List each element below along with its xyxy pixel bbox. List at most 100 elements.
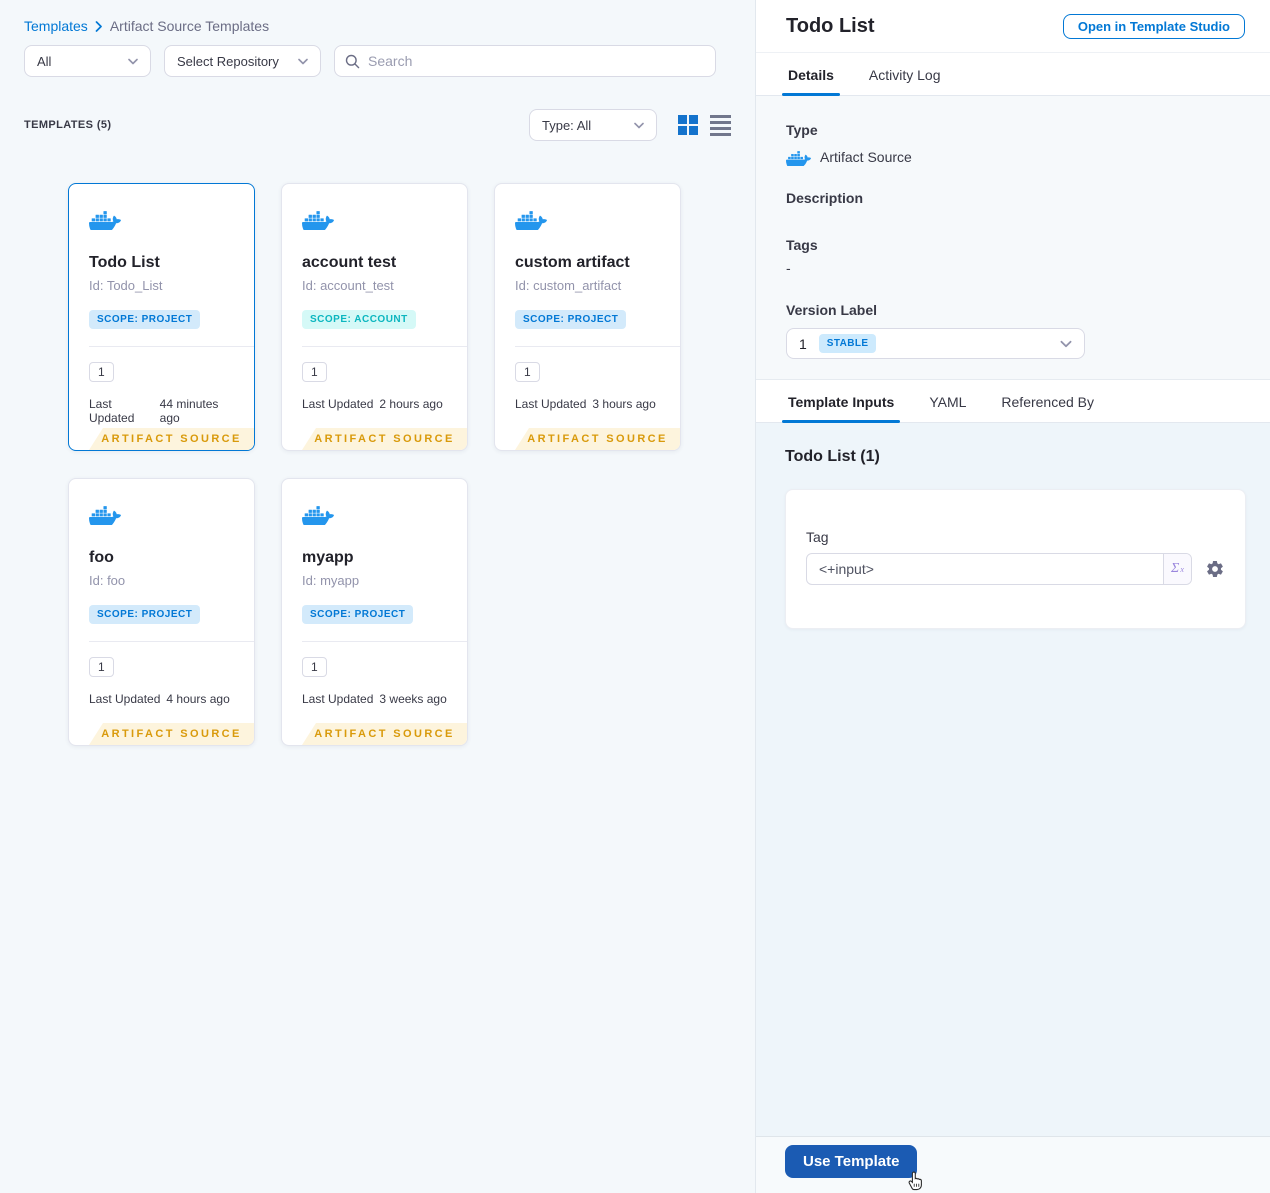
last-updated-value: 3 weeks ago: [379, 692, 447, 706]
details-section: Type Artifact Source Description Tags - …: [756, 96, 1270, 380]
sigma-expression-icon[interactable]: Σx: [1163, 554, 1191, 584]
artifact-source-ribbon: ARTIFACT SOURCE: [302, 428, 467, 450]
templates-count-label: TEMPLATES (5): [24, 119, 112, 131]
divider: [302, 346, 467, 347]
version-chip: 1: [302, 657, 327, 677]
docker-whale-icon: [88, 501, 121, 530]
last-updated-value: 44 minutes ago: [159, 397, 219, 425]
template-name: account test: [302, 254, 397, 271]
divider: [89, 346, 254, 347]
stable-badge: STABLE: [818, 334, 877, 353]
template-card-account-test[interactable]: account test Id: account_test SCOPE: ACC…: [281, 183, 468, 451]
artifact-source-ribbon: ARTIFACT SOURCE: [302, 723, 467, 745]
breadcrumb: Templates Artifact Source Templates: [0, 0, 755, 34]
scope-filter-value: All: [37, 53, 52, 69]
list-view-icon[interactable]: [710, 114, 731, 136]
tags-value: -: [786, 260, 791, 276]
type-value: Artifact Source: [820, 148, 912, 165]
template-name: Todo List: [89, 254, 160, 271]
divider: [302, 641, 467, 642]
use-template-button[interactable]: Use Template: [785, 1145, 918, 1178]
docker-whale-icon: [515, 206, 547, 235]
last-updated-label: Last Updated: [89, 692, 161, 706]
template-name: custom artifact: [515, 254, 630, 271]
tab-template-inputs[interactable]: Template Inputs: [781, 380, 901, 423]
filter-bar: All Select Repository: [24, 45, 755, 77]
docker-whale-icon: [786, 147, 811, 170]
template-inputs-content: Todo List (1) Tag Σx: [756, 423, 1270, 1138]
tag-input-wrap: Σx: [806, 553, 1192, 585]
last-updated-label: Last Updated: [515, 397, 587, 411]
inputs-card: Tag Σx: [785, 489, 1246, 629]
template-name: foo: [89, 549, 114, 566]
divider: [89, 641, 254, 642]
tab-referenced-by[interactable]: Referenced By: [999, 380, 1096, 422]
template-card-myapp[interactable]: myapp Id: myapp SCOPE: PROJECT 1 Last Up…: [281, 478, 468, 746]
last-updated-label: Last Updated: [89, 397, 135, 425]
tab-yaml[interactable]: YAML: [927, 380, 968, 422]
template-card-foo[interactable]: foo Id: foo SCOPE: PROJECT 1 Last Update…: [68, 478, 255, 746]
tags-label: Tags: [786, 237, 818, 253]
search-field[interactable]: [334, 45, 716, 77]
version-select-dropdown[interactable]: 1 STABLE: [786, 328, 1085, 359]
artifact-source-ribbon: ARTIFACT SOURCE: [515, 428, 680, 450]
last-updated-value: 3 hours ago: [592, 397, 656, 411]
artifact-source-ribbon: ARTIFACT SOURCE: [89, 723, 254, 745]
search-icon: [345, 54, 360, 68]
template-id: Id: account_test: [302, 278, 394, 293]
repository-filter-value: Select Repository: [177, 53, 279, 69]
open-in-template-studio-button[interactable]: Open in Template Studio: [1062, 13, 1245, 39]
chevron-down-icon: [1060, 340, 1072, 347]
chevron-down-icon: [128, 58, 138, 64]
last-updated-label: Last Updated: [302, 397, 374, 411]
chevron-down-icon: [298, 58, 308, 64]
docker-whale-icon: [301, 501, 334, 530]
last-updated-value: 4 hours ago: [166, 692, 230, 706]
version-chip: 1: [89, 657, 114, 677]
version-label: Version Label: [786, 302, 878, 318]
template-details-panel: Todo List Open in Template Studio Detail…: [756, 0, 1270, 1193]
type-filter-dropdown[interactable]: Type: All: [529, 109, 657, 141]
scope-badge: SCOPE: PROJECT: [515, 310, 627, 329]
tab-details[interactable]: Details: [782, 53, 840, 96]
details-footer: Use Template: [756, 1136, 1270, 1193]
template-id: Id: foo: [89, 573, 126, 588]
list-header: TEMPLATES (5) Type: All: [24, 109, 731, 141]
grid-view-icon[interactable]: [678, 115, 698, 135]
tab-activity-log[interactable]: Activity Log: [867, 53, 943, 95]
docker-whale-icon: [301, 206, 334, 235]
scope-badge: SCOPE: PROJECT: [89, 605, 201, 624]
divider: [515, 346, 680, 347]
tag-input[interactable]: [807, 554, 1163, 584]
chevron-down-icon: [634, 122, 644, 128]
scope-filter-dropdown[interactable]: All: [24, 45, 151, 77]
type-filter-value: Type: All: [542, 117, 592, 133]
template-card-todo-list[interactable]: Todo List Id: Todo_List SCOPE: PROJECT 1…: [68, 183, 255, 451]
template-card-custom-artifact[interactable]: custom artifact Id: custom_artifact SCOP…: [494, 183, 681, 451]
docker-whale-icon: [88, 206, 121, 235]
template-id: Id: myapp: [302, 573, 360, 588]
version-chip: 1: [89, 362, 114, 382]
sigma-sup: x: [1180, 564, 1184, 574]
chevron-right-icon: [95, 20, 103, 32]
template-name: myapp: [302, 549, 354, 566]
panel-title: Todo List: [786, 14, 875, 37]
version-value: 1: [799, 335, 807, 352]
version-chip: 1: [302, 362, 327, 382]
gear-icon[interactable]: [1205, 559, 1225, 579]
search-input[interactable]: [368, 53, 705, 69]
template-card-grid: Todo List Id: Todo_List SCOPE: PROJECT 1…: [68, 183, 755, 746]
scope-badge: SCOPE: PROJECT: [89, 310, 201, 329]
sigma-symbol: Σ: [1171, 561, 1180, 576]
breadcrumb-templates-link[interactable]: Templates: [24, 18, 88, 34]
last-updated-label: Last Updated: [302, 692, 374, 706]
artifact-source-ribbon: ARTIFACT SOURCE: [89, 428, 254, 450]
template-id: Id: Todo_List: [89, 278, 163, 293]
inputs-heading: Todo List (1): [785, 448, 880, 465]
tag-field-label: Tag: [806, 529, 829, 545]
repository-filter-dropdown[interactable]: Select Repository: [164, 45, 321, 77]
template-id: Id: custom_artifact: [515, 278, 622, 293]
scope-badge: SCOPE: ACCOUNT: [302, 310, 416, 329]
details-tabs: Details Activity Log: [756, 53, 1270, 96]
templates-panel: Templates Artifact Source Templates All …: [0, 0, 756, 1193]
